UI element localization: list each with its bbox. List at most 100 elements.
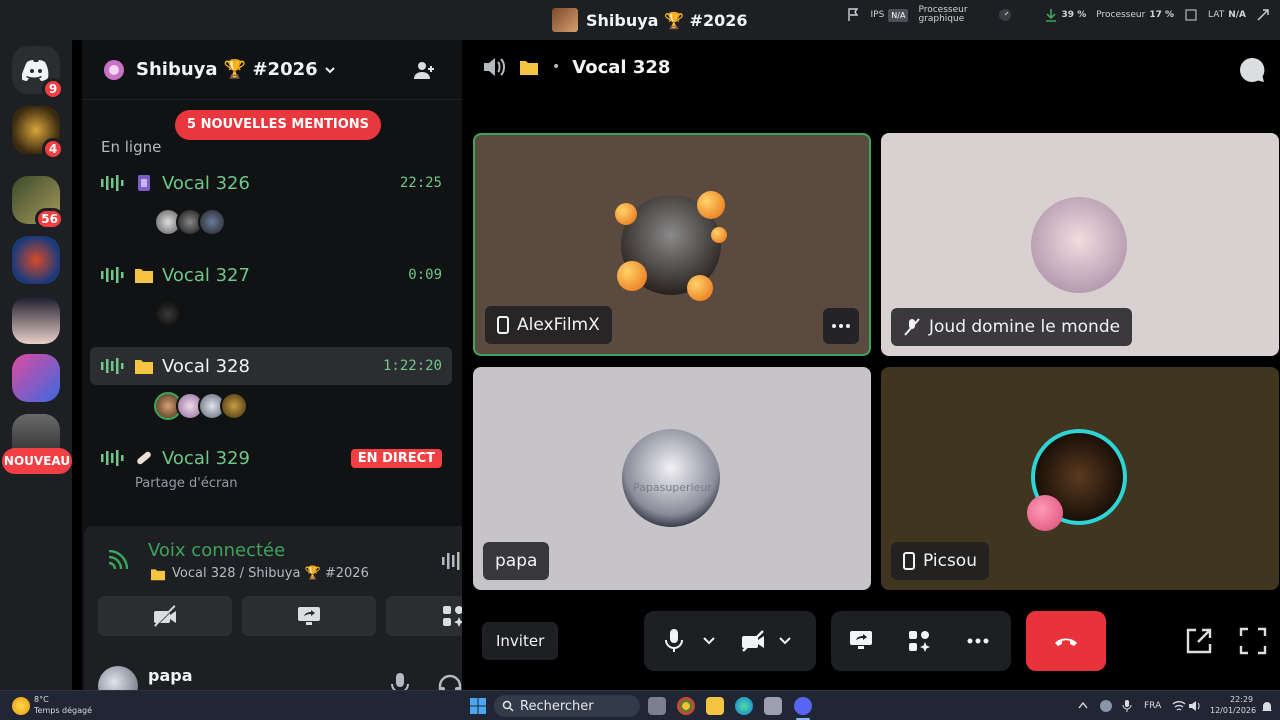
gpu-label-line2: graphique <box>918 14 965 24</box>
tile-more-button[interactable] <box>823 308 859 344</box>
folder-icon <box>151 568 165 580</box>
voice-channel-326[interactable]: Vocal 326 22:25 <box>90 164 452 202</box>
avatar[interactable] <box>198 208 226 236</box>
screen-share-icon[interactable] <box>849 629 873 653</box>
pop-out-icon[interactable] <box>1184 626 1214 656</box>
invite-people-icon[interactable] <box>412 58 436 82</box>
home-button[interactable]: 9 <box>12 46 64 100</box>
discord-logo-icon <box>22 60 49 81</box>
window-icon <box>1185 9 1197 21</box>
windows-start-icon[interactable] <box>469 697 487 715</box>
participant-tile-alexfilmx[interactable]: AlexFilmX <box>473 133 871 356</box>
participant-label: Joud domine le monde <box>891 308 1133 346</box>
avatar[interactable] <box>154 300 182 328</box>
server-icon-5[interactable] <box>12 296 60 344</box>
dragon-ball-decoration <box>687 275 713 301</box>
wifi-icon[interactable] <box>1172 700 1186 712</box>
window-title: Shibuya 🏆 #2026 <box>552 8 747 32</box>
channel-duration: 22:25 <box>399 175 442 191</box>
cpu-usage-value: 39 % <box>1061 10 1087 20</box>
participant-tile-joud[interactable]: Joud domine le monde <box>881 133 1279 356</box>
expand-icon[interactable] <box>1256 8 1270 22</box>
store-icon[interactable] <box>764 697 782 715</box>
channel-name: Vocal 326 <box>162 172 250 194</box>
screen-share-button[interactable] <box>242 596 376 636</box>
chevron-down-icon[interactable] <box>778 636 792 646</box>
more-dots-icon[interactable] <box>967 638 989 644</box>
film-icon <box>138 175 150 191</box>
server-badge: 56 <box>35 208 64 230</box>
chevron-down-icon <box>324 66 335 73</box>
avatar-watermark: Papasuperieur <box>633 481 712 494</box>
signal-icon[interactable] <box>106 550 128 572</box>
edge-icon[interactable] <box>735 697 753 715</box>
screen-share-label: Partage d'écran <box>135 476 238 491</box>
file-explorer-icon[interactable] <box>706 697 724 715</box>
microphone-tray-icon[interactable] <box>1122 699 1132 713</box>
chevron-down-icon[interactable] <box>702 636 716 646</box>
weather-temp: 8°C <box>34 695 49 704</box>
clock-date[interactable]: 12/01/2026 <box>1210 706 1256 715</box>
discord-taskbar-icon[interactable] <box>794 697 812 715</box>
avatar[interactable] <box>220 392 248 420</box>
search-icon <box>502 700 514 712</box>
participant-avatar <box>1031 197 1127 293</box>
voice-channel-327[interactable]: Vocal 327 0:09 <box>90 256 452 294</box>
volume-icon[interactable] <box>1188 700 1202 712</box>
chevron-up-icon[interactable] <box>1078 701 1088 709</box>
sound-wave-icon <box>101 450 124 466</box>
user-name[interactable]: papa <box>148 666 193 685</box>
channel-328-members <box>154 392 248 420</box>
chrome-icon[interactable] <box>677 697 695 715</box>
leave-call-button[interactable] <box>1026 611 1106 671</box>
mobile-phone-icon <box>903 552 915 570</box>
server-icon-4[interactable] <box>12 236 60 284</box>
voice-status[interactable]: Voix connectée <box>148 540 285 561</box>
new-messages-pill[interactable]: NOUVEAU <box>2 448 72 474</box>
sound-wave-icon <box>101 175 124 191</box>
server-icon-6[interactable] <box>12 354 60 402</box>
cpu-usage-stat: 39 % <box>1044 8 1087 22</box>
folder-icon <box>135 269 153 283</box>
media-controls <box>644 611 816 671</box>
lat-stat: LAT N/A <box>1208 10 1246 20</box>
camera-button[interactable] <box>98 596 232 636</box>
server-logo <box>12 236 60 284</box>
server-icon-3[interactable]: 56 <box>12 176 64 230</box>
voice-location[interactable]: Vocal 328 / Shibuya 🏆 #2026 <box>150 566 369 581</box>
microphone-icon[interactable] <box>664 628 684 654</box>
server-header[interactable]: Shibuya 🏆 #2026 <box>82 40 462 100</box>
camera-off-icon <box>154 605 177 627</box>
taskbar-search[interactable]: Rechercher <box>494 695 640 717</box>
clock-time[interactable]: 22:29 <box>1230 695 1253 704</box>
participant-tile-papa[interactable]: Papasuperieur papa <box>473 367 871 590</box>
tray-app-icon[interactable] <box>1100 700 1112 712</box>
voice-channel-329[interactable]: Vocal 329 EN DIRECT <box>90 439 452 477</box>
channel-326-members <box>154 208 226 236</box>
folder-icon <box>520 61 538 75</box>
participant-label: Picsou <box>891 542 989 580</box>
camera-off-icon[interactable] <box>740 630 766 652</box>
voice-channel-328[interactable]: Vocal 328 1:22:20 <box>90 347 452 385</box>
server-rail: 9 4 56 NOUVEAU <box>0 40 72 690</box>
server-icon-2[interactable]: 4 <box>12 106 64 160</box>
task-view-icon[interactable] <box>648 697 666 715</box>
keyboard-language[interactable]: FRA <box>1144 701 1161 711</box>
channel-name: Vocal 327 <box>162 264 250 286</box>
chat-bubble-icon[interactable] <box>1238 56 1266 84</box>
sound-wave-icon <box>101 358 124 374</box>
weather-icon[interactable] <box>12 697 30 715</box>
invite-button[interactable]: Inviter <box>482 622 559 660</box>
live-badge: EN DIRECT <box>350 448 442 468</box>
channel-duration: 0:09 <box>408 267 442 283</box>
fullscreen-icon[interactable] <box>1238 626 1268 656</box>
activities-icon[interactable] <box>907 629 931 653</box>
server-thumbnail <box>552 8 578 32</box>
ips-stat: IPS N/A <box>871 8 909 22</box>
participant-tile-picsou[interactable]: Picsou <box>881 367 1279 590</box>
notification-bell-icon[interactable] <box>1260 700 1274 714</box>
weather-desc: Temps dégagé <box>34 706 93 715</box>
new-mentions-pill[interactable]: 5 NOUVELLES MENTIONS <box>175 110 382 140</box>
cpu-stat: Processeur 17 % <box>1096 10 1174 20</box>
separator-dot: • <box>552 59 561 75</box>
